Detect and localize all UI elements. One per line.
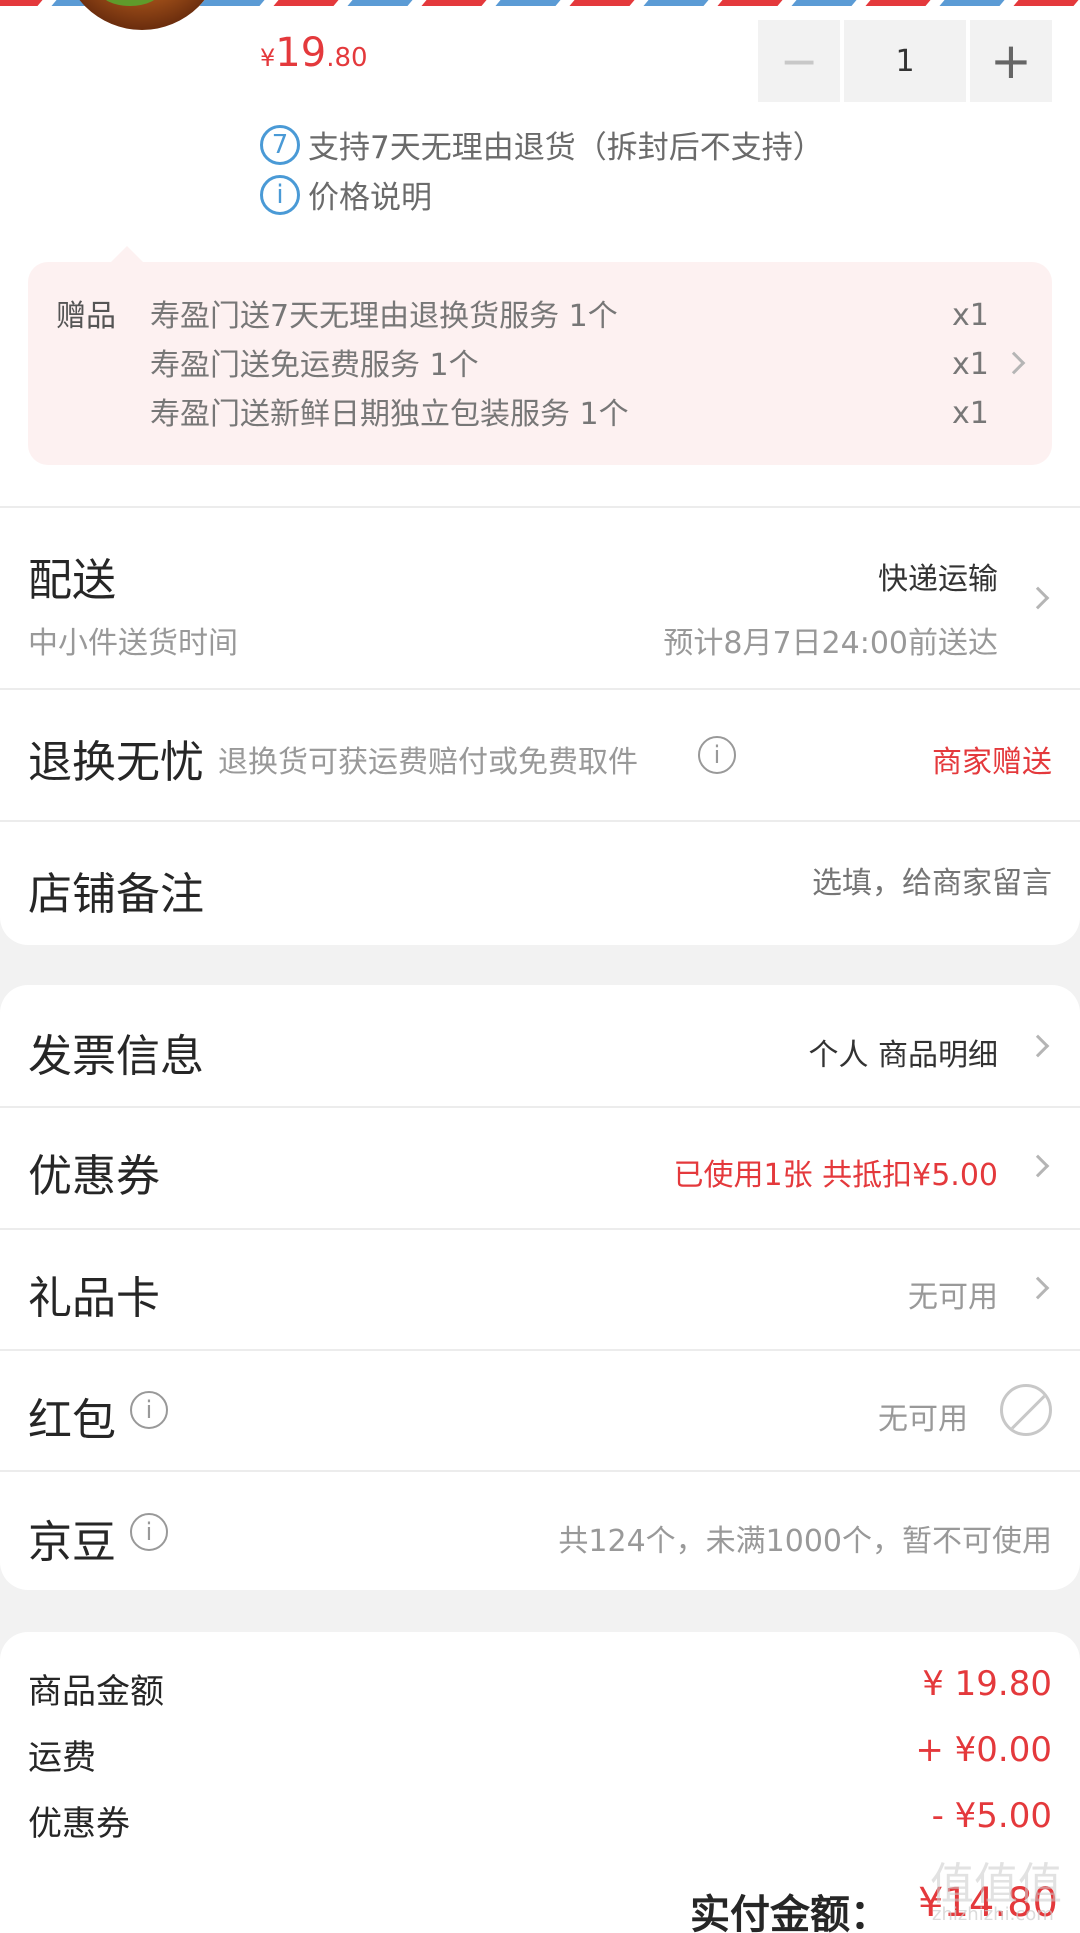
price-decimal: .80 — [326, 43, 368, 73]
divider — [0, 688, 1080, 690]
airmail-stripe-segment — [569, 0, 635, 6]
airmail-stripe-segment — [0, 0, 43, 6]
divider — [0, 1349, 1080, 1351]
disabled-icon — [1000, 1384, 1052, 1436]
airmail-stripe-segment — [273, 0, 339, 6]
store-note-input[interactable] — [492, 858, 1052, 908]
info-icon[interactable]: i — [130, 1513, 168, 1551]
price-currency: ¥ — [260, 44, 276, 72]
divider — [0, 820, 1080, 822]
delivery-method: 快递运输 — [878, 562, 998, 597]
goods-amount-label: 商品金额 — [28, 1672, 164, 1712]
quantity-field[interactable]: 1 — [844, 20, 966, 102]
airmail-stripe-segment — [865, 0, 931, 6]
gift-qty: x1 — [952, 396, 989, 431]
return-policy-text: 支持7天无理由退货（拆封后不支持） — [308, 130, 824, 166]
info-icon: i — [260, 174, 300, 215]
gift-item: 寿盈门送免运费服务 1个 — [150, 348, 479, 383]
coupon-row[interactable] — [0, 1108, 1080, 1228]
gift-qty: x1 — [952, 347, 989, 382]
price-integer: 19 — [275, 30, 327, 76]
delivery-subtitle: 中小件送货时间 — [28, 626, 238, 661]
airmail-stripe-segment — [643, 0, 709, 6]
return-worry-free-value: 商家赠送 — [932, 745, 1052, 780]
delivery-title: 配送 — [28, 555, 116, 606]
jd-beans-value: 共124个，未满1000个，暂不可使用 — [558, 1524, 1052, 1559]
watermark: 值值值 — [930, 1859, 1062, 1910]
quantity-stepper: − 1 + — [758, 20, 1054, 102]
airmail-stripe-segment — [1013, 0, 1079, 6]
return-policy: 7 支持7天无理由退货（拆封后不支持） — [260, 122, 824, 167]
price-note-link[interactable]: i 价格说明 — [260, 172, 432, 217]
seven-day-icon: 7 — [260, 124, 300, 165]
airmail-stripe-segment — [717, 0, 783, 6]
airmail-stripe-segment — [939, 0, 1005, 6]
red-packet-title: 红包 — [28, 1395, 116, 1446]
price-note-text: 价格说明 — [308, 180, 432, 216]
airmail-stripe-segment — [791, 0, 857, 6]
red-packet-value: 无可用 — [878, 1402, 968, 1437]
gift-item: 寿盈门送7天无理由退换货服务 1个 — [150, 299, 618, 334]
gift-card-row[interactable] — [0, 1230, 1080, 1350]
coupon-discount-value: - ¥5.00 — [931, 1796, 1052, 1836]
info-icon[interactable]: i — [130, 1391, 168, 1429]
watermark-url: zhizhizhi.com — [932, 1904, 1054, 1925]
goods-amount-value: ¥ 19.80 — [922, 1664, 1052, 1704]
store-note-title: 店铺备注 — [28, 869, 204, 920]
airmail-stripe-segment — [495, 0, 561, 6]
product-price: ¥19.80 — [260, 30, 368, 76]
coupon-discount-label: 优惠券 — [28, 1804, 130, 1844]
decrease-quantity-button[interactable]: − — [758, 20, 840, 102]
gift-item: 寿盈门送新鲜日期独立包装服务 1个 — [150, 397, 629, 432]
increase-quantity-button[interactable]: + — [970, 20, 1052, 102]
divider — [0, 1470, 1080, 1472]
gift-label: 赠品 — [56, 299, 116, 334]
airmail-stripe-segment — [347, 0, 413, 6]
shipping-label: 运费 — [28, 1738, 96, 1778]
delivery-eta: 预计8月7日24:00前送达 — [663, 626, 998, 661]
invoice-row[interactable] — [0, 985, 1080, 1106]
return-worry-free-title: 退换无忧 — [28, 737, 204, 788]
gift-pointer — [110, 246, 144, 263]
amount-payable-label: 实付金额： — [690, 1892, 890, 1933]
gift-qty: x1 — [952, 298, 989, 333]
airmail-stripe-segment — [421, 0, 487, 6]
info-icon[interactable]: i — [698, 736, 736, 774]
jd-beans-title: 京豆 — [28, 1517, 116, 1568]
return-worry-free-desc: 退换货可获运费赔付或免费取件 — [218, 745, 638, 780]
shipping-value: + ¥0.00 — [915, 1730, 1052, 1770]
